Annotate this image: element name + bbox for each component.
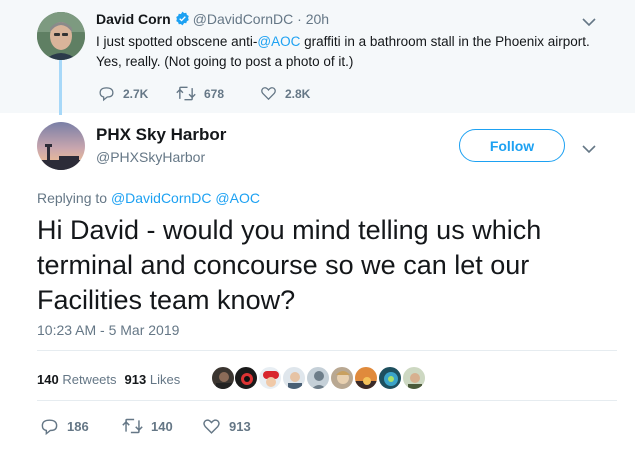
separator-dot: · — [297, 11, 302, 27]
mention-link[interactable]: @DavidCornDC — [111, 190, 212, 206]
author-name[interactable]: David Corn — [96, 11, 171, 27]
retweet-count: 678 — [204, 86, 225, 101]
like-count: 2.8K — [285, 86, 311, 101]
avatar[interactable] — [211, 366, 235, 390]
tweet-time[interactable]: 20h — [306, 11, 329, 27]
retweet-icon — [122, 418, 143, 434]
parent-tweet[interactable]: David Corn @DavidCornDC · 20h I just spot… — [0, 0, 635, 115]
reply-button[interactable]: 2.7K — [98, 85, 148, 102]
replying-to: Replying to @DavidCornDC @AOC — [37, 190, 260, 206]
divider — [37, 350, 617, 351]
reply-count: 186 — [67, 419, 89, 434]
avatar[interactable] — [282, 366, 306, 390]
parent-tweet-header: David Corn @DavidCornDC · 20h — [96, 11, 329, 29]
retweet-icon — [176, 86, 196, 101]
author-handle[interactable]: @DavidCornDC — [193, 11, 294, 27]
retweet-count: 140 — [151, 418, 173, 434]
retweet-button[interactable]: 678 — [176, 85, 224, 102]
avatar[interactable] — [258, 366, 282, 390]
reply-tweet-text: Hi David - would you mind telling us whi… — [37, 215, 542, 315]
divider — [37, 400, 617, 401]
reply-button[interactable]: 186 — [40, 417, 89, 436]
likes-stat[interactable]: 913 Likes — [125, 372, 181, 387]
tweet-timestamp[interactable]: 10:23 AM - 5 Mar 2019 — [37, 322, 179, 338]
heart-icon — [203, 419, 220, 434]
avatar[interactable] — [306, 366, 330, 390]
like-button[interactable]: 913 — [202, 417, 251, 436]
retweet-button[interactable]: 140 — [122, 417, 173, 435]
retweets-stat[interactable]: 140 Retweets — [37, 372, 117, 387]
avatar[interactable] — [234, 366, 258, 390]
verified-badge-icon — [175, 11, 190, 29]
reply-icon — [41, 419, 58, 436]
avatar[interactable] — [402, 366, 426, 390]
author-name[interactable]: PHX Sky Harbor — [96, 125, 226, 145]
like-button[interactable]: 2.8K — [260, 85, 310, 102]
mention-link[interactable]: @AOC — [257, 34, 300, 49]
avatar[interactable] — [330, 366, 354, 390]
reply-count: 2.7K — [123, 86, 149, 101]
reply-icon — [99, 87, 114, 102]
like-count: 913 — [229, 419, 251, 434]
author-handle[interactable]: @PHXSkyHarbor — [96, 149, 205, 165]
chevron-down-icon[interactable] — [582, 14, 596, 27]
avatar[interactable] — [378, 366, 402, 390]
parent-tweet-text: I just spotted obscene anti-@AOC graffit… — [96, 34, 590, 69]
follow-button[interactable]: Follow — [459, 129, 565, 162]
chevron-down-icon[interactable] — [582, 141, 596, 154]
heart-icon — [261, 87, 276, 101]
tweet-stats: 140 Retweets 913 Likes — [37, 372, 180, 387]
avatar[interactable] — [37, 12, 85, 60]
thread-connector-line — [59, 60, 62, 115]
mention-link[interactable]: @AOC — [215, 190, 260, 206]
avatar[interactable] — [37, 122, 85, 170]
avatar[interactable] — [354, 366, 378, 390]
